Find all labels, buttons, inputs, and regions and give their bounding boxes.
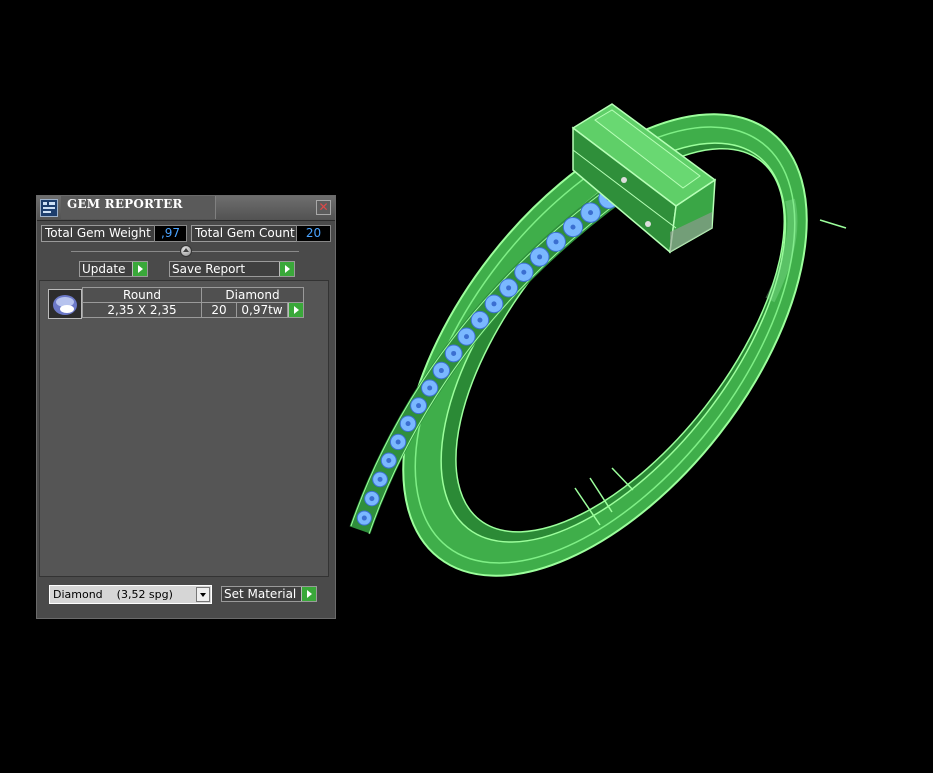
gem-size-cell: 2,35 X 2,35 (82, 302, 202, 318)
gem-culet (377, 476, 383, 482)
gem-culet (386, 458, 392, 464)
title-bar[interactable]: GEM REPORTER ✕ (37, 196, 335, 221)
gem-weight-cell: 0,97tw (236, 302, 288, 318)
gem-culet (427, 385, 433, 391)
play-arrow-icon (288, 303, 303, 317)
gem-culet (477, 317, 483, 323)
gem-culet (438, 368, 444, 374)
save-report-button[interactable]: Save Report (169, 261, 295, 277)
gem-thumbnail-icon[interactable] (48, 289, 82, 319)
play-arrow-icon (301, 587, 316, 601)
gem-culet (405, 421, 411, 427)
save-report-button-label: Save Report (172, 262, 246, 276)
gem-culet (416, 403, 422, 409)
material-select[interactable]: Diamond (3,52 spg) (49, 585, 212, 604)
play-arrow-icon (279, 262, 294, 276)
set-material-button-label: Set Material (224, 587, 297, 601)
gem-culet (491, 301, 497, 307)
total-gem-count-value: 20 (296, 225, 331, 242)
gem-culet (395, 439, 401, 445)
gem-culet (537, 254, 543, 260)
gem-culet (451, 350, 457, 356)
dropdown-arrow-icon[interactable] (196, 587, 210, 602)
gem-count-cell: 20 (201, 302, 237, 318)
gem-row-action-button[interactable] (287, 302, 304, 318)
update-button-label: Update (82, 262, 126, 276)
play-arrow-icon (132, 262, 147, 276)
gem-culet (361, 515, 367, 521)
gem-culet (521, 269, 527, 275)
total-gem-weight-value: ,97 (154, 225, 187, 242)
gem-list[interactable]: Round Diamond 2,35 X 2,35 20 0,97tw (39, 280, 329, 577)
gem-reporter-panel: GEM REPORTER ✕ Total Gem Weight ,97 Tota… (36, 195, 336, 619)
gem-culet (570, 224, 576, 230)
slider-thumb-icon[interactable] (180, 245, 192, 257)
update-button[interactable]: Update (79, 261, 148, 277)
gem-culet (588, 210, 594, 216)
material-select-value: Diamond (3,52 spg) (53, 588, 173, 601)
app-icon (40, 199, 58, 217)
gem-shape-header: Round (82, 287, 202, 303)
gem-culet (553, 239, 559, 245)
panel-title: GEM REPORTER (67, 197, 183, 211)
gem-culet (369, 496, 375, 502)
gem-culet (464, 334, 470, 340)
gem-material-header: Diamond (201, 287, 304, 303)
set-material-button[interactable]: Set Material (221, 586, 317, 602)
gem-culet (506, 285, 512, 291)
close-icon[interactable]: ✕ (316, 200, 331, 215)
